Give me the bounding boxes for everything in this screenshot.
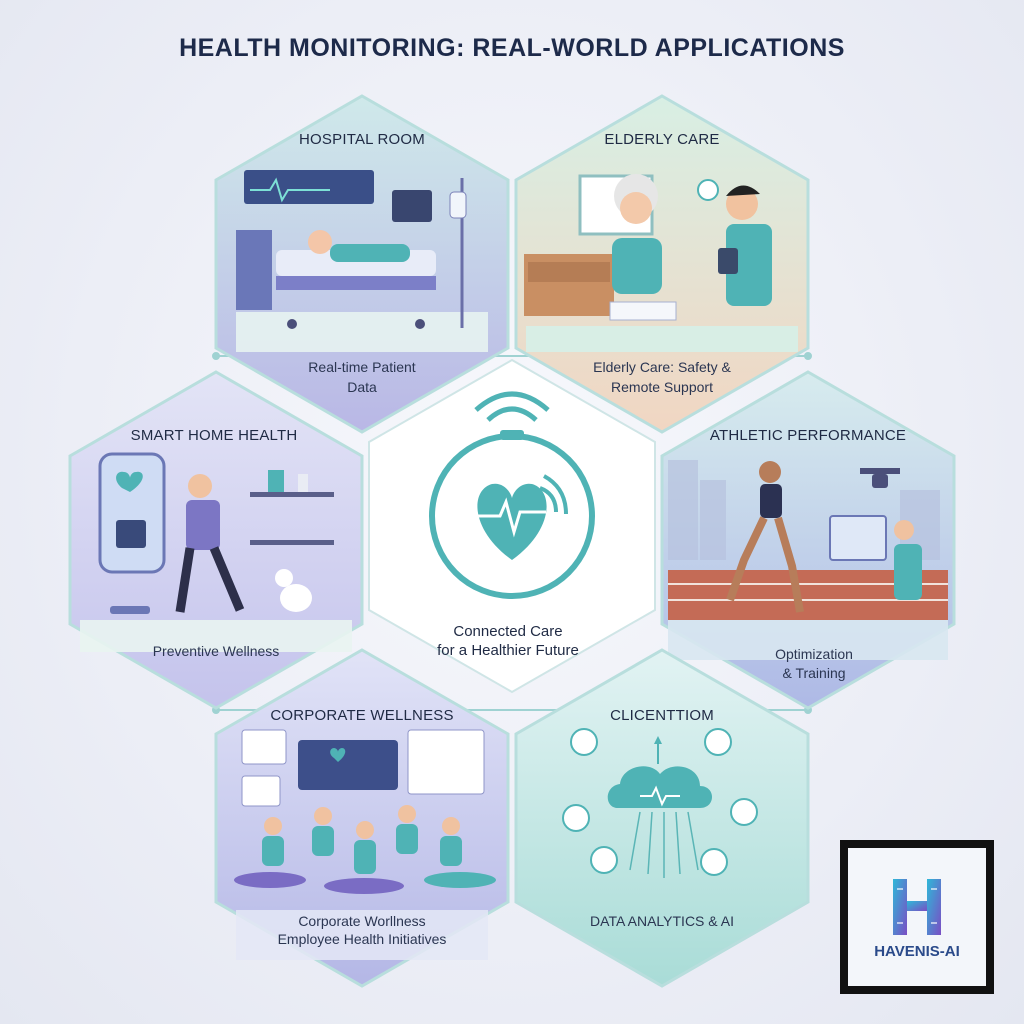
smart-home-heading: SMART HOME HEALTH: [130, 427, 298, 444]
corporate-heading: CORPORATE WELLNESS: [270, 707, 454, 724]
center-line-1: Connected Care: [453, 623, 563, 640]
havenis-logo: HAVENIS-AI: [840, 840, 994, 994]
athletic-heading: ATHLETIC PERFORMANCE: [709, 427, 907, 444]
hex-data-analytics: [514, 648, 810, 988]
athletic-caption-1: Optimization: [775, 646, 853, 662]
athletic-caption-2: & Training: [782, 665, 846, 681]
corporate-caption-2: Employee Health Initiatives: [277, 931, 447, 947]
hospital-heading: HOSPITAL ROOM: [299, 131, 425, 148]
smart-home-caption: Preventive Wellness: [152, 643, 280, 659]
monitor-icon: [244, 170, 374, 204]
center-line-2: for a Healthier Future: [437, 642, 579, 659]
hospital-caption-2: Data: [347, 379, 377, 395]
h-logo-icon: [893, 878, 941, 935]
hospital-caption-1: Real-time Patient: [308, 359, 416, 375]
cloud-heading: CLICENTTIOM: [610, 707, 714, 724]
logo-text: HAVENIS-AI: [874, 942, 960, 960]
elderly-caption-1: Elderly Care: Safety &: [593, 359, 731, 375]
elderly-caption-2: Remote Support: [611, 379, 713, 395]
elderly-heading: ELDERLY CARE: [604, 131, 720, 148]
corporate-caption-1: Corporate Worllness: [298, 913, 426, 929]
cloud-caption: DATA ANALYTICS & AI: [590, 913, 734, 929]
